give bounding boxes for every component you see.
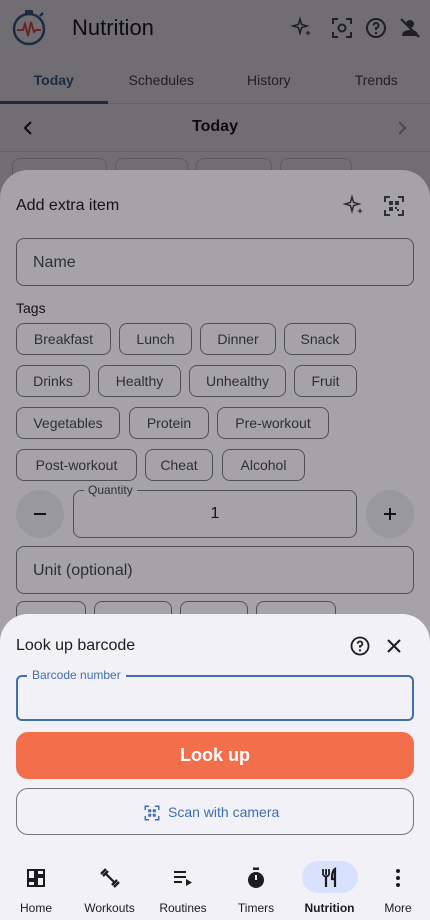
look-up-button[interactable]: Look up bbox=[16, 732, 414, 779]
barcode-number-label: Barcode number bbox=[27, 668, 126, 682]
nav-item-routines[interactable]: Routines bbox=[147, 852, 219, 920]
nav-label-nutrition: Nutrition bbox=[304, 901, 355, 915]
nav-label-workouts: Workouts bbox=[84, 901, 135, 915]
help-icon[interactable] bbox=[348, 634, 372, 658]
close-icon[interactable] bbox=[382, 634, 406, 658]
nav-item-more[interactable]: More bbox=[366, 852, 430, 920]
barcode-sheet-title: Look up barcode bbox=[16, 637, 136, 654]
dumbbell-icon bbox=[99, 868, 120, 888]
nav-label-home: Home bbox=[19, 901, 52, 915]
barcode-scan-icon bbox=[144, 805, 160, 821]
nav-label-timers: Timers bbox=[237, 901, 275, 915]
scan-with-camera-label: Scan with camera bbox=[168, 804, 280, 820]
scan-with-camera-button[interactable]: Scan with camera bbox=[16, 788, 414, 835]
playlist-play-icon bbox=[174, 871, 192, 886]
bottom-navigation: Home Workouts Routines Timers Nutrition … bbox=[0, 852, 430, 920]
nav-item-workouts[interactable]: Workouts bbox=[72, 852, 147, 920]
stopwatch-icon bbox=[248, 867, 264, 888]
nav-item-timers[interactable]: Timers bbox=[219, 852, 293, 920]
nav-label-more: More bbox=[384, 901, 412, 915]
nav-label-routines: Routines bbox=[159, 901, 207, 915]
fork-knife-icon bbox=[321, 866, 336, 887]
more-vert-icon bbox=[396, 869, 400, 887]
nav-item-home[interactable]: Home bbox=[0, 852, 72, 920]
dashboard-icon bbox=[27, 869, 45, 887]
nav-item-nutrition[interactable]: Nutrition bbox=[293, 852, 366, 920]
